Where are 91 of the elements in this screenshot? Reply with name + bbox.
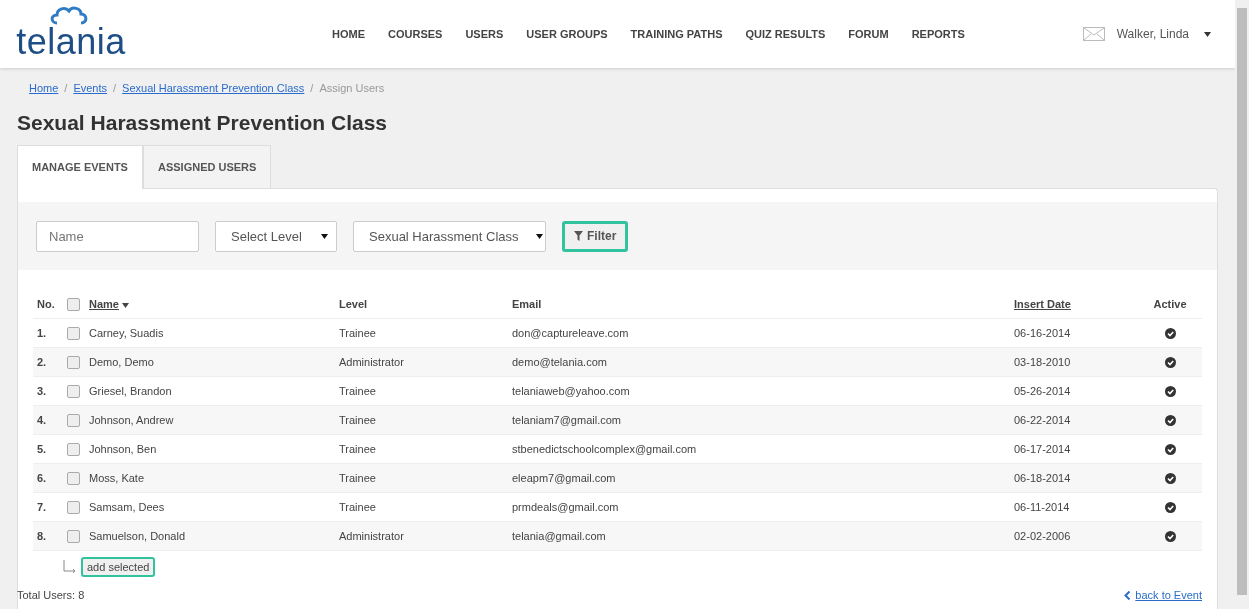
- nav-link[interactable]: FORUM: [848, 28, 889, 40]
- name-cell: Griesel, Brandon: [85, 376, 335, 406]
- name-field[interactable]: Name: [36, 220, 199, 252]
- name-cell: Demo, Demo: [85, 347, 335, 377]
- email-cell: don@captureleave.com: [508, 318, 1010, 348]
- caret-icon: [535, 233, 543, 239]
- row-checkbox[interactable]: [67, 442, 80, 456]
- date-cell: 03-18-2010: [1010, 347, 1138, 377]
- total-users-text: Total Users: 8: [17, 589, 85, 601]
- row-checkbox[interactable]: [67, 529, 80, 543]
- breadcrumb-item[interactable]: Events: [73, 82, 108, 94]
- breadcrumb-item: Assign Users: [319, 82, 385, 94]
- email-cell: stbenedictschoolcomplex@gmail.com: [508, 434, 1010, 464]
- row-checkbox[interactable]: [67, 355, 80, 369]
- email-cell: eleapm7@gmail.com: [508, 463, 1010, 493]
- row-number: 8.: [33, 521, 63, 551]
- date-cell: 06-16-2014: [1010, 318, 1138, 348]
- column-header: Email: [508, 290, 1010, 319]
- column-header: Active: [1138, 290, 1202, 319]
- email-cell: telania@gmail.com: [508, 521, 1010, 551]
- name-cell: Samuelson, Donald: [85, 521, 335, 551]
- breadcrumb-separator: /: [113, 82, 117, 94]
- level-cell: Trainee: [335, 318, 508, 348]
- row-number: 7.: [33, 492, 63, 522]
- date-cell: 06-18-2014: [1010, 463, 1138, 493]
- column-header: No.: [33, 290, 63, 319]
- date-cell: 06-22-2014: [1010, 405, 1138, 435]
- nav-link[interactable]: TRAINING PATHS: [630, 28, 723, 40]
- add-selected-button[interactable]: add selected: [81, 557, 156, 577]
- row-checkbox[interactable]: [67, 471, 80, 485]
- level-cell: Trainee: [335, 463, 508, 493]
- funnel-icon: [574, 231, 583, 241]
- nav-link[interactable]: USER GROUPS: [526, 28, 608, 40]
- row-checkbox[interactable]: [67, 413, 80, 427]
- nav-link[interactable]: QUIZ RESULTS: [745, 28, 826, 40]
- row-number: 2.: [33, 347, 63, 377]
- row-checkbox[interactable]: [67, 326, 80, 340]
- row-checkbox[interactable]: [67, 384, 80, 398]
- chevron-left-icon: [1124, 590, 1132, 600]
- row-number: 1.: [33, 318, 63, 348]
- nav-link[interactable]: HOME: [332, 28, 365, 40]
- row-number: 3.: [33, 376, 63, 406]
- level-cell: Trainee: [335, 405, 508, 435]
- email-cell: prmdeals@gmail.com: [508, 492, 1010, 522]
- caret-icon: [1204, 31, 1211, 37]
- date-cell: 02-02-2006: [1010, 521, 1138, 551]
- tab[interactable]: MANAGE EVENTS: [17, 145, 143, 189]
- level-cell: Trainee: [335, 376, 508, 406]
- breadcrumb-item[interactable]: Home: [29, 82, 59, 94]
- level-cell: Trainee: [335, 434, 508, 464]
- name-cell: Samsam, Dees: [85, 492, 335, 522]
- level-dropdown[interactable]: Select Level: [215, 220, 337, 252]
- date-cell: 06-11-2014: [1010, 492, 1138, 522]
- name-cell: Moss, Kate: [85, 463, 335, 493]
- name-cell: Carney, Suadis: [85, 318, 335, 348]
- caret-icon: [121, 303, 129, 308]
- tab[interactable]: ASSIGNED USERS: [142, 145, 272, 188]
- level-cell: Administrator: [335, 347, 508, 377]
- row-number: 5.: [33, 434, 63, 464]
- row-number: 6.: [33, 463, 63, 493]
- breadcrumb-item[interactable]: Sexual Harassment Prevention Class: [122, 82, 305, 94]
- email-cell: telaniaweb@yahoo.com: [508, 376, 1010, 406]
- nav-link[interactable]: REPORTS: [911, 28, 965, 40]
- row-checkbox[interactable]: [67, 500, 80, 514]
- page-title: Sexual Harassment Prevention Class: [17, 111, 388, 135]
- breadcrumb-separator: /: [310, 82, 314, 94]
- corner-arrow-icon: [63, 560, 77, 574]
- nav-link[interactable]: USERS: [465, 28, 504, 40]
- scrollbar[interactable]: [1235, 0, 1249, 609]
- level-cell: Administrator: [335, 521, 508, 551]
- date-cell: 05-26-2014: [1010, 376, 1138, 406]
- caret-icon: [321, 233, 328, 239]
- back-to-event-link[interactable]: back to Event: [1135, 589, 1202, 601]
- nav-link[interactable]: COURSES: [388, 28, 443, 40]
- name-cell: Johnson, Andrew: [85, 405, 335, 435]
- select-all-checkbox[interactable]: [67, 297, 80, 311]
- event-dropdown[interactable]: Sexual Harassment Class: [353, 220, 546, 252]
- column-header: Level: [335, 290, 508, 319]
- date-sort-header[interactable]: Insert Date: [1014, 298, 1071, 310]
- date-cell: 06-17-2014: [1010, 434, 1138, 464]
- filter-button[interactable]: Filter: [562, 220, 629, 252]
- name-cell: Johnson, Ben: [85, 434, 335, 464]
- logo[interactable]: telania: [16, 25, 126, 59]
- email-cell: telaniam7@gmail.com: [508, 405, 1010, 435]
- email-cell: demo@telania.com: [508, 347, 1010, 377]
- level-cell: Trainee: [335, 492, 508, 522]
- name-sort-header[interactable]: Name: [89, 298, 119, 310]
- user-menu[interactable]: Walker, Linda: [1116, 27, 1189, 41]
- row-number: 4.: [33, 405, 63, 435]
- breadcrumb-separator: /: [64, 82, 68, 94]
- mail-icon[interactable]: [1082, 27, 1105, 41]
